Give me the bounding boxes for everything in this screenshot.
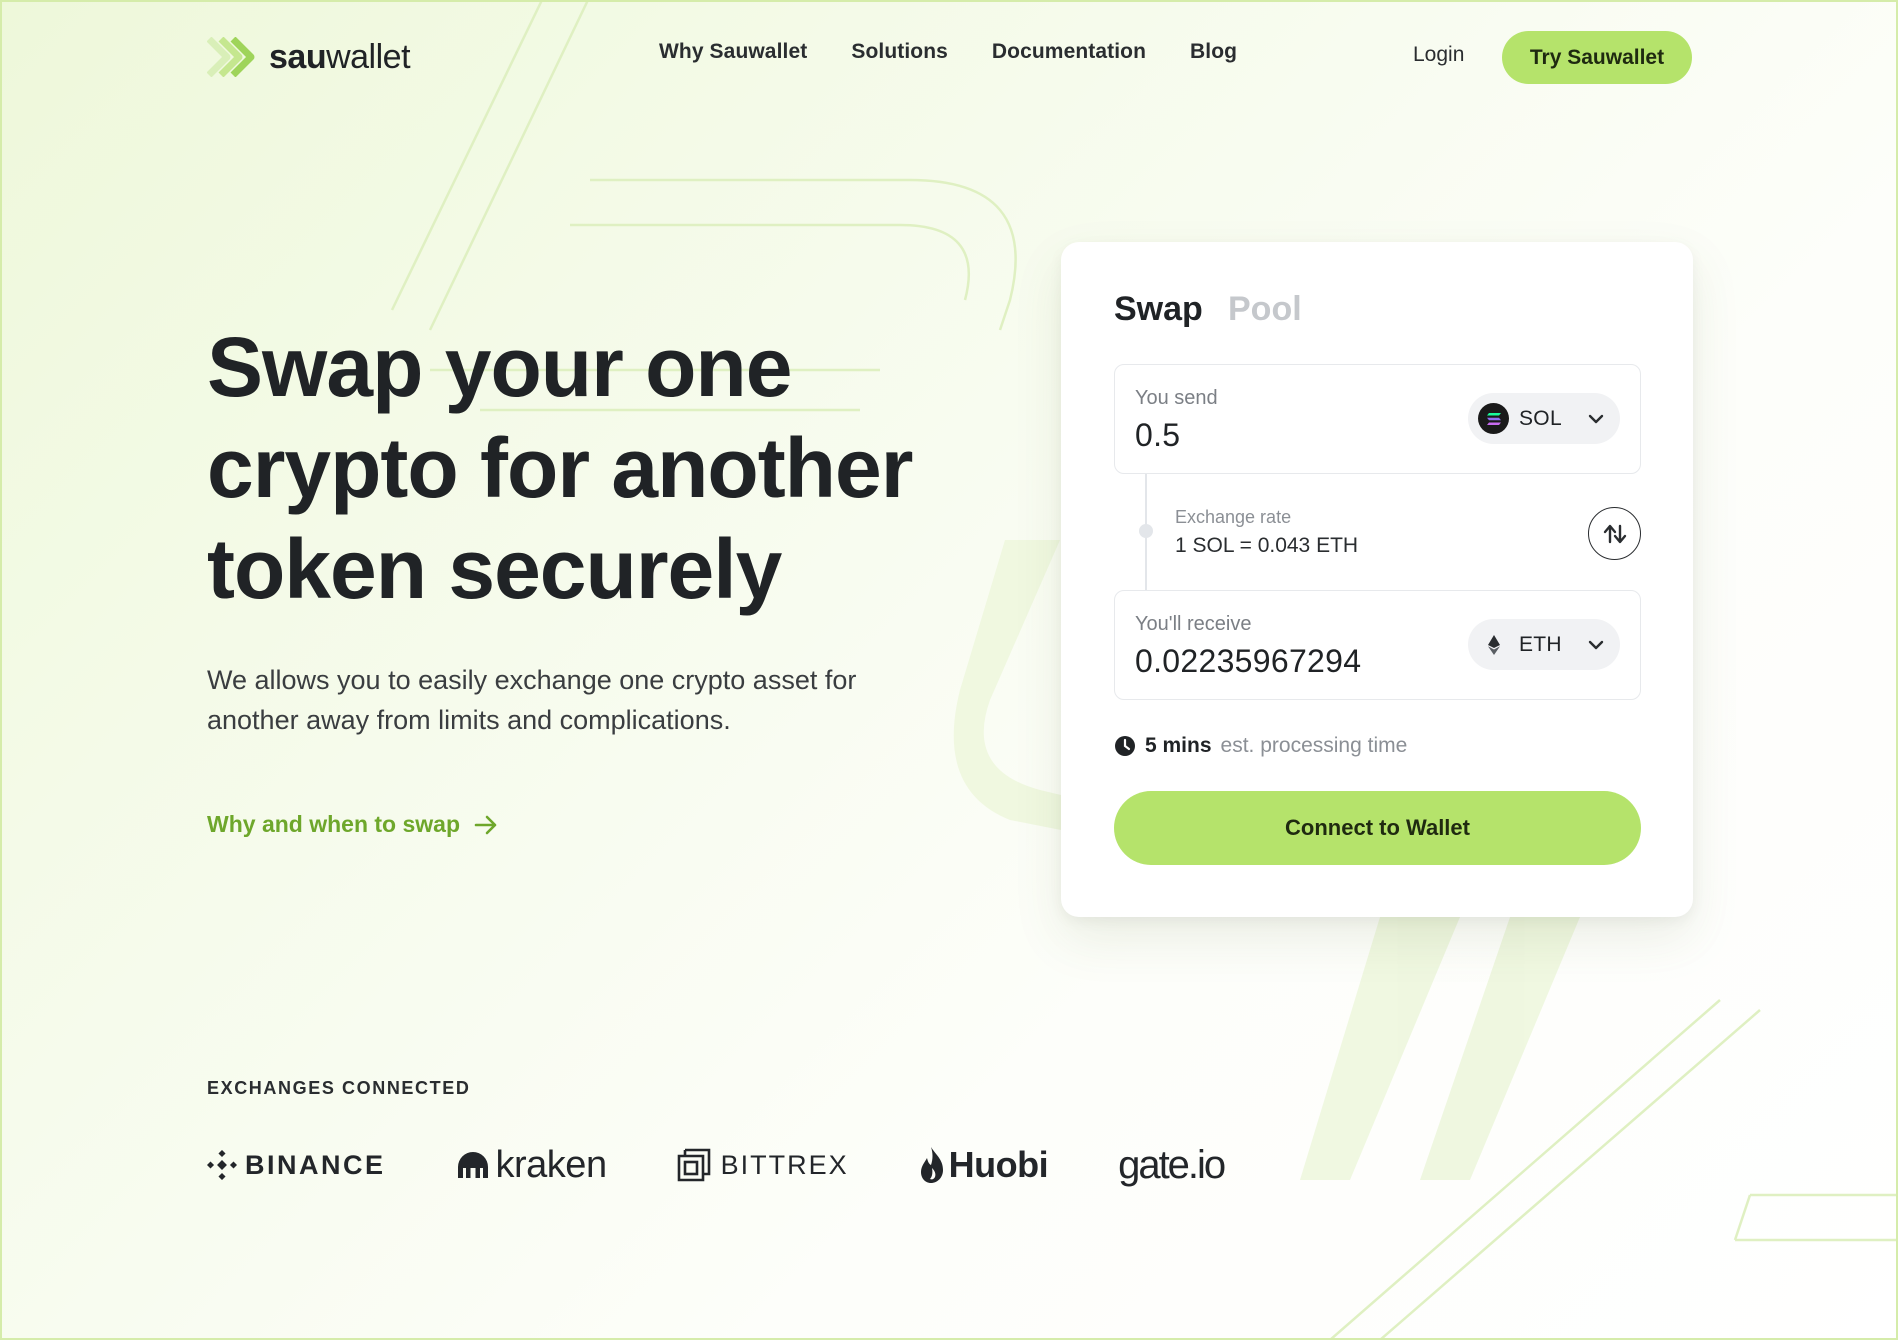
- nav-solutions[interactable]: Solutions: [851, 40, 948, 64]
- nav-blog[interactable]: Blog: [1190, 40, 1237, 64]
- send-field[interactable]: You send 0.5 SOL: [1114, 364, 1641, 474]
- connect-wallet-button[interactable]: Connect to Wallet: [1114, 791, 1641, 865]
- clock-icon: [1115, 736, 1135, 756]
- receive-token-select[interactable]: ETH: [1468, 619, 1620, 670]
- kraken-icon: [457, 1152, 488, 1178]
- why-swap-link[interactable]: Why and when to swap: [207, 811, 498, 838]
- send-token-select[interactable]: SOL: [1468, 393, 1620, 444]
- processing-time: 5 mins est. processing time: [1114, 734, 1407, 758]
- receive-amount: 0.02235967294: [1135, 643, 1362, 679]
- swap-card: Swap Pool You send 0.5 SOL Exchange rate…: [1061, 242, 1693, 917]
- exchanges-logos: BINANCE kraken BITTREX Huobi gate.io: [207, 1140, 1226, 1190]
- ethereum-icon: [1478, 629, 1509, 660]
- nav-why-sauwallet[interactable]: Why Sauwallet: [659, 40, 807, 64]
- rate-connector-dot: [1139, 524, 1153, 538]
- brand-logo[interactable]: sauwallet: [207, 32, 411, 82]
- chevron-down-icon: [1588, 640, 1604, 650]
- gateio-logo: gate.io: [1118, 1142, 1226, 1188]
- login-link[interactable]: Login: [1413, 43, 1464, 67]
- receive-field[interactable]: You'll receive 0.02235967294 ETH: [1114, 590, 1641, 700]
- logo-chevrons-icon: [207, 37, 255, 77]
- send-amount-input[interactable]: 0.5: [1135, 417, 1180, 454]
- processing-time-caption: est. processing time: [1220, 734, 1408, 757]
- binance-wordmark: BINANCE: [245, 1149, 386, 1180]
- solana-icon: [1478, 403, 1509, 434]
- bittrex-icon: [677, 1148, 710, 1182]
- send-label: You send: [1135, 387, 1218, 409]
- receive-label: You'll receive: [1135, 613, 1252, 635]
- huobi-logo: Huobi: [919, 1144, 1049, 1186]
- exchanges-label: EXCHANGES CONNECTED: [207, 1078, 471, 1098]
- kraken-wordmark: kraken: [495, 1143, 608, 1186]
- hero-description: We allows you to easily exchange one cry…: [207, 665, 857, 735]
- kraken-logo: kraken: [456, 1144, 607, 1187]
- processing-time-value: 5 mins: [1145, 734, 1212, 757]
- swap-arrows-icon: [1603, 524, 1626, 543]
- tab-swap[interactable]: Swap: [1114, 290, 1203, 329]
- chevron-down-icon: [1588, 414, 1604, 424]
- huobi-flame-icon: [920, 1147, 943, 1183]
- bittrex-wordmark: BITTREX: [720, 1149, 849, 1180]
- swap-direction-button[interactable]: [1588, 507, 1641, 560]
- arrow-right-icon: [474, 815, 497, 834]
- logo-wordmark: sauwallet: [269, 37, 411, 76]
- receive-token-name: ETH: [1519, 632, 1562, 656]
- exchange-rate-label: Exchange rate: [1175, 507, 1292, 527]
- try-sauwallet-button[interactable]: Try Sauwallet: [1502, 31, 1692, 84]
- why-swap-link-label: Why and when to swap: [207, 811, 461, 837]
- huobi-wordmark: Huobi: [948, 1144, 1049, 1185]
- main-nav: Why Sauwallet Solutions Documentation Bl…: [659, 40, 1237, 64]
- send-token-name: SOL: [1519, 406, 1562, 430]
- gateio-wordmark: gate.io: [1118, 1142, 1226, 1187]
- bittrex-logo: BITTREX: [677, 1148, 849, 1182]
- binance-logo: BINANCE: [207, 1150, 386, 1181]
- nav-documentation[interactable]: Documentation: [992, 40, 1146, 64]
- hero-title: Swap your one crypto for another token s…: [207, 320, 913, 616]
- tab-pool[interactable]: Pool: [1228, 290, 1302, 329]
- exchange-rate-value: 1 SOL = 0.043 ETH: [1175, 534, 1359, 557]
- binance-diamond-icon: [207, 1150, 237, 1180]
